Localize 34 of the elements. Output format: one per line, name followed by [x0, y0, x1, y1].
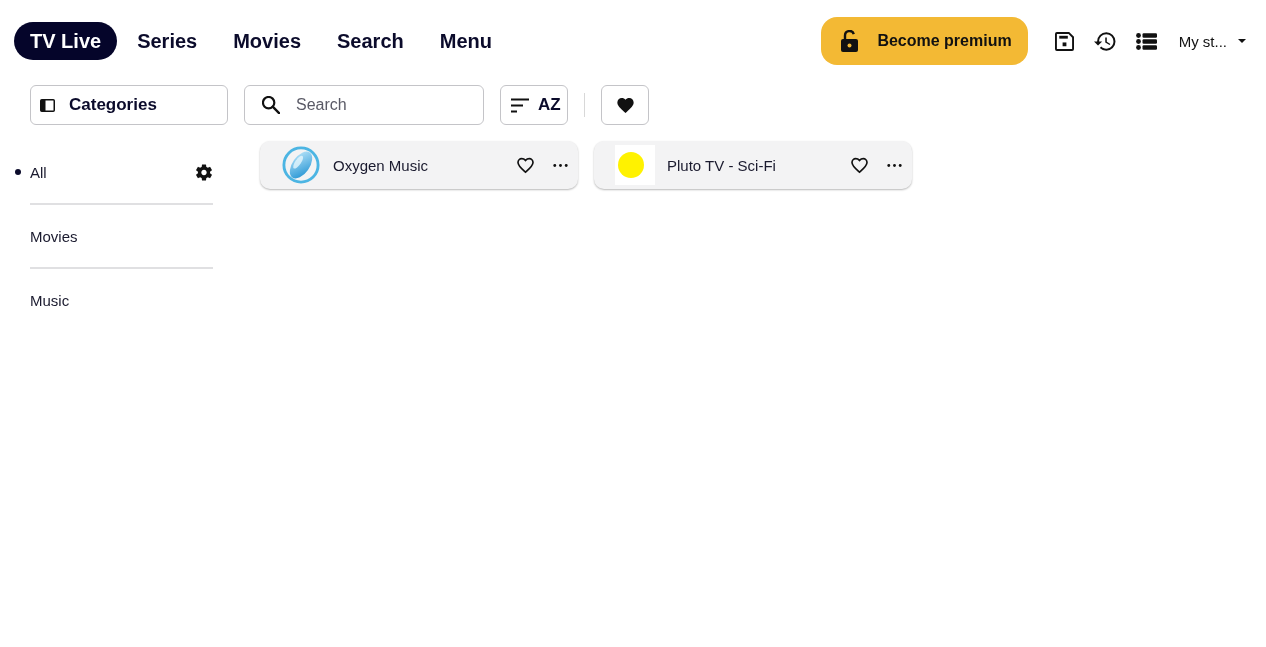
lock-icon	[841, 30, 859, 52]
save-icon[interactable]	[1054, 31, 1074, 51]
history-icon[interactable]	[1093, 31, 1116, 51]
nav-tab[interactable]: Movies	[217, 22, 317, 60]
channel-card[interactable]: Pluto TV - Sci-Fi	[594, 141, 912, 189]
heart-icon[interactable]	[516, 156, 535, 174]
logo-icon	[282, 146, 320, 184]
channel-name: Oxygen Music	[333, 156, 430, 174]
channel-name: Pluto TV - Sci-Fi	[667, 156, 777, 174]
heart-icon	[616, 97, 634, 113]
gear-icon[interactable]	[196, 163, 212, 181]
sidebar-icon	[40, 98, 55, 112]
favorites-button[interactable]	[601, 85, 649, 125]
caret-icon	[1238, 39, 1246, 43]
nav-tab[interactable]: Series	[121, 22, 214, 60]
nav-tab[interactable]: Menu	[423, 22, 508, 60]
more-icon[interactable]	[887, 163, 902, 167]
sort-button[interactable]: AZ	[500, 85, 568, 125]
category-item[interactable]: All	[14, 141, 213, 203]
premium-button[interactable]: Become premium	[821, 17, 1028, 65]
sort-icon	[511, 97, 530, 113]
category-item[interactable]: Music	[14, 269, 213, 331]
channel-card[interactable]: Oxygen Music	[260, 141, 578, 189]
logo-icon	[615, 145, 655, 185]
nav-tab[interactable]: TV Live	[14, 22, 118, 60]
search-field[interactable]: Search	[244, 85, 484, 125]
category-item[interactable]: Movies	[14, 205, 213, 267]
search-icon	[262, 96, 280, 114]
list-icon[interactable]	[1135, 32, 1157, 50]
nav-tab[interactable]: Search	[321, 22, 420, 60]
heart-icon[interactable]	[850, 156, 869, 174]
categories-button[interactable]: Categories	[30, 85, 228, 125]
more-icon[interactable]	[553, 163, 568, 167]
profile-dropdown[interactable]: My st...	[1178, 32, 1246, 50]
